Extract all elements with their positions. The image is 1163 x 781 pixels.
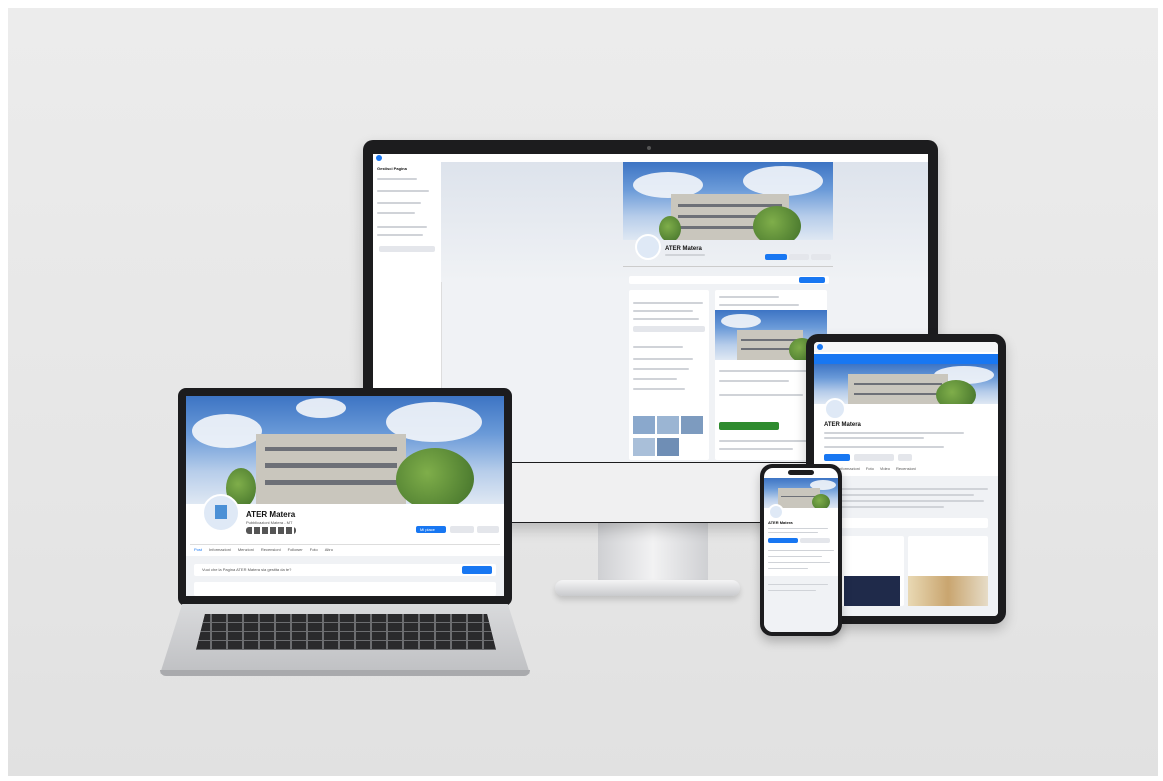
tablet-cover-photo [814, 364, 998, 404]
claim-banner [629, 276, 829, 284]
tablet-page-name: ATER Matera [824, 422, 861, 428]
laptop-message-button[interactable] [450, 526, 474, 533]
phone-notch [788, 470, 814, 475]
laptop: ATER Matera Pubblicazioni Matera - MT Mi… [160, 388, 540, 678]
mockup-scene: Gestisci Pagina ATER Matera ATER Matera … [8, 8, 1158, 776]
laptop-page-name: ATER Matera [246, 510, 296, 519]
tablet-blue-banner [814, 354, 998, 364]
phone-profile-picture [768, 504, 784, 520]
facebook-logo-icon [817, 344, 823, 350]
laptop-cover-photo [186, 396, 504, 504]
laptop-screen: ATER Matera Pubblicazioni Matera - MT Mi… [186, 396, 504, 596]
tablet-topbar [814, 342, 998, 352]
tablet-tab-video[interactable]: Video [880, 466, 890, 472]
cover-photo [623, 162, 833, 240]
tablet-post-photo [908, 576, 988, 606]
facebook-logo-icon [376, 155, 382, 161]
phone-like-button[interactable] [768, 538, 798, 543]
laptop-tabs: Post Informazioni Menzioni Recensioni Fo… [194, 547, 434, 553]
banner-button[interactable] [462, 566, 492, 574]
tab-post[interactable]: Post [194, 547, 202, 553]
monitor-like-button[interactable] [765, 254, 787, 260]
phone-screen: ATER Matera [764, 468, 838, 632]
tablet-like-button[interactable] [824, 454, 850, 461]
tab-follower[interactable]: Follower [288, 547, 303, 553]
laptop-front-edge [160, 670, 530, 676]
tablet-tab-recensioni[interactable]: Recensioni [896, 466, 916, 472]
monitor-page-name: ATER Matera [665, 246, 702, 252]
laptop-subtitle: Pubblicazioni Matera - MT [246, 520, 293, 525]
laptop-profile-picture [202, 494, 240, 532]
tab-altro[interactable]: Altro [325, 547, 333, 553]
tab-recensioni[interactable]: Recensioni [261, 547, 281, 553]
intro-card [629, 290, 709, 460]
ater-logo-icon [215, 505, 227, 519]
follower-avatars [246, 527, 296, 534]
laptop-keyboard-rows [196, 614, 496, 650]
tablet-tab-foto[interactable]: Foto [866, 466, 874, 472]
tab-informazioni[interactable]: Informazioni [209, 547, 231, 553]
tablet-video-thumb [844, 576, 900, 606]
profile-picture [635, 234, 661, 260]
monitor-base [555, 580, 740, 596]
banner-text: Vuoi che la Pagina ATER Matera sia gesti… [202, 567, 292, 572]
camera-dot [647, 146, 651, 150]
tablet-profile-picture [824, 398, 846, 420]
sidebar-title: Gestisci Pagina [377, 166, 407, 171]
phone-page-name: ATER Matera [768, 520, 793, 525]
sidebar-button[interactable] [379, 246, 435, 252]
phone: ATER Matera [760, 464, 842, 636]
tab-menzioni[interactable]: Menzioni [238, 547, 254, 553]
tablet-tabs: Post Informazioni Foto Video Recensioni [824, 466, 994, 472]
tab-foto[interactable]: Foto [310, 547, 318, 553]
laptop-search-button[interactable] [477, 526, 499, 533]
laptop-claim-banner: Vuoi che la Pagina ATER Matera sia gesti… [194, 564, 496, 576]
